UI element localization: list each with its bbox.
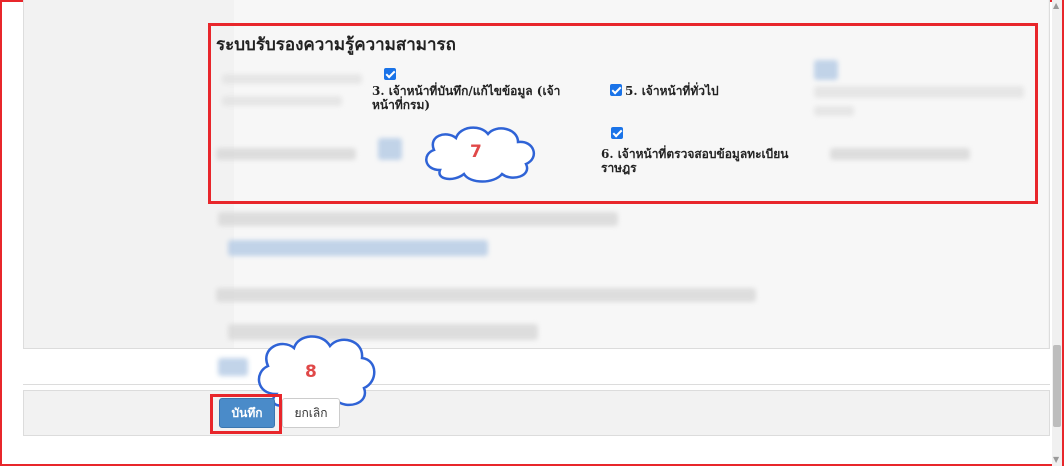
vertical-scrollbar[interactable]: ▲ ▼ bbox=[1052, 0, 1062, 466]
roles-highlight-box bbox=[208, 23, 1038, 204]
blurred-text bbox=[216, 288, 756, 302]
blurred-radio-group bbox=[228, 240, 488, 256]
cancel-button[interactable]: ยกเลิก bbox=[282, 398, 340, 428]
scroll-up-arrow-icon[interactable]: ▲ bbox=[1053, 2, 1059, 10]
blurred-text bbox=[218, 212, 618, 226]
action-bar bbox=[23, 390, 1050, 436]
divider bbox=[23, 384, 1050, 385]
scroll-down-arrow-icon[interactable]: ▼ bbox=[1053, 456, 1059, 464]
scrollbar-thumb[interactable] bbox=[1053, 345, 1061, 427]
blurred-checkbox bbox=[218, 358, 248, 376]
callout-number-8: 8 bbox=[305, 362, 317, 382]
divider bbox=[23, 348, 1050, 349]
callout-number-7: 7 bbox=[470, 142, 482, 162]
save-highlight-box bbox=[210, 394, 282, 434]
